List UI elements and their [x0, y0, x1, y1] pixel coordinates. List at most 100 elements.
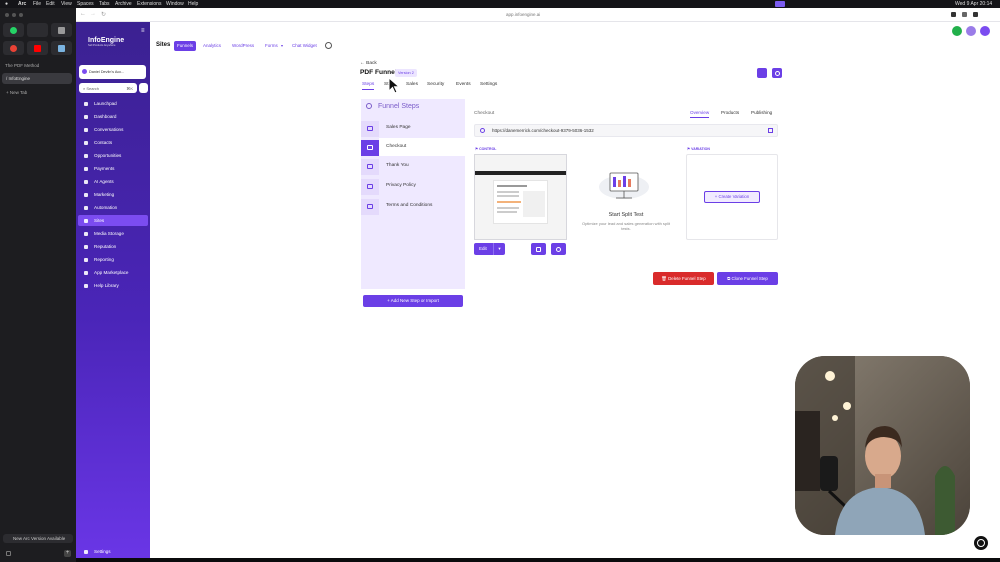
- tab-forms[interactable]: Forms: [262, 41, 281, 51]
- open-page-button[interactable]: [531, 243, 546, 255]
- nav-conversations[interactable]: Conversations: [78, 124, 148, 135]
- nav-media-storage[interactable]: Media Storage: [78, 228, 148, 239]
- tray-app-icon[interactable]: [775, 1, 785, 7]
- nav-opportunities[interactable]: Opportunities: [78, 150, 148, 161]
- nav-reporting[interactable]: Reporting: [78, 254, 148, 265]
- nav-help-library[interactable]: Help Library: [78, 280, 148, 291]
- menu-edit[interactable]: Edit: [46, 0, 55, 8]
- create-variation-button[interactable]: + Create Variation: [704, 191, 760, 203]
- version-badge[interactable]: Version 2: [395, 69, 417, 77]
- step-rail[interactable]: [361, 121, 379, 137]
- tab-sales[interactable]: Sales: [406, 82, 418, 87]
- nav-payments[interactable]: Payments: [78, 163, 148, 174]
- edit-button[interactable]: Edit ▾: [474, 243, 505, 255]
- archive-icon[interactable]: [6, 551, 11, 556]
- extension-icon[interactable]: [962, 12, 967, 17]
- account-switcher[interactable]: Daniel Devlin's Acc...: [79, 65, 146, 79]
- clone-funnel-step-button[interactable]: ⧉ Clone Funnel Step: [717, 272, 778, 285]
- step-privacy-policy[interactable]: Privacy Policy: [379, 177, 465, 195]
- reload-icon[interactable]: ↻: [101, 11, 106, 18]
- menu-file[interactable]: File: [33, 0, 41, 8]
- nav-launchpad[interactable]: Launchpad: [78, 98, 148, 109]
- menu-extensions[interactable]: Extensions: [137, 0, 161, 8]
- nav-contacts[interactable]: Contacts: [78, 137, 148, 148]
- delete-funnel-step-button[interactable]: 🗑 Delete Funnel Step: [653, 272, 714, 285]
- minimize-dot-icon[interactable]: [12, 13, 16, 17]
- nav-automation[interactable]: Automation: [78, 202, 148, 213]
- chat-widget-icon[interactable]: [972, 534, 990, 552]
- history-button[interactable]: [772, 68, 782, 78]
- tab-steps[interactable]: Steps: [362, 82, 375, 90]
- new-tab-button[interactable]: + New Tab: [6, 90, 27, 95]
- nav-marketing[interactable]: Marketing: [78, 189, 148, 200]
- collapse-menu-icon[interactable]: ≡: [141, 28, 145, 34]
- update-banner[interactable]: New Arc Version Available: [3, 534, 73, 543]
- extension-icon[interactable]: [973, 12, 978, 17]
- browser-url-bar[interactable]: ← → ↻ app.infoengine.ai: [76, 8, 1000, 22]
- chevron-down-icon[interactable]: ▾: [493, 243, 505, 255]
- arc-tab-active[interactable]: / InfoEngine: [2, 73, 72, 84]
- url-text[interactable]: app.infoengine.ai: [506, 12, 540, 17]
- step-thank-you[interactable]: Thank You: [379, 157, 465, 175]
- menu-spaces[interactable]: Spaces: [77, 0, 94, 8]
- notification-icon[interactable]: [966, 26, 976, 36]
- search-input[interactable]: ⌕ Search ⌘K: [79, 83, 137, 93]
- zoom-dot-icon[interactable]: [19, 13, 23, 17]
- nav-app-marketplace[interactable]: App Marketplace: [78, 267, 148, 278]
- tab-events[interactable]: Events: [456, 82, 471, 87]
- pinned-whatsapp[interactable]: [3, 23, 24, 37]
- step-checkout[interactable]: Checkout: [379, 138, 465, 156]
- external-link-icon[interactable]: [768, 128, 773, 133]
- step-sales-page[interactable]: Sales Page: [379, 119, 465, 137]
- tab-funnels[interactable]: Funnels: [174, 41, 197, 51]
- tab-analytics[interactable]: Analytics: [200, 41, 224, 51]
- step-url-field[interactable]: https://danemerrick.com/checkout-9379-50…: [474, 124, 778, 137]
- gear-icon[interactable]: [325, 42, 332, 49]
- step-rail[interactable]: [361, 199, 379, 215]
- step-rail[interactable]: [361, 159, 379, 175]
- nav-sites[interactable]: Sites: [78, 215, 148, 226]
- pinned-blank[interactable]: [27, 23, 48, 37]
- phone-icon[interactable]: [952, 26, 962, 36]
- tab-overview[interactable]: Overview: [690, 110, 710, 118]
- add-step-button[interactable]: + Add New Step or Import: [363, 295, 463, 307]
- forward-arrow-icon[interactable]: →: [90, 11, 96, 17]
- user-avatar[interactable]: [980, 26, 990, 36]
- preview-button[interactable]: [757, 68, 767, 78]
- tab-products[interactable]: Products: [721, 110, 739, 115]
- pinned-youtube[interactable]: [27, 41, 48, 55]
- step-terms-and-conditions[interactable]: Terms and Conditions: [379, 197, 465, 215]
- extension-icon[interactable]: [951, 12, 956, 17]
- pinned-app[interactable]: [51, 23, 72, 37]
- tab-chat-widget[interactable]: Chat Widget: [289, 41, 320, 51]
- tab-settings[interactable]: Settings: [480, 82, 497, 87]
- pinned-gmail[interactable]: [3, 41, 24, 55]
- page-settings-button[interactable]: [551, 243, 566, 255]
- nav-ai-agents[interactable]: AI Agents: [78, 176, 148, 187]
- control-page-thumbnail[interactable]: [474, 154, 567, 240]
- infoengine-logo[interactable]: InfoEngine Sell Products Anywhere: [88, 37, 128, 51]
- nav-dashboard[interactable]: Dashboard: [78, 111, 148, 122]
- user-icon[interactable]: [139, 83, 148, 93]
- tab-publishing[interactable]: Publishing: [751, 110, 772, 115]
- close-dot-icon[interactable]: [5, 13, 9, 17]
- menubar-app[interactable]: Arc: [18, 0, 26, 8]
- menu-view[interactable]: View: [61, 0, 72, 8]
- apple-icon[interactable]: ●: [5, 0, 8, 8]
- menu-window[interactable]: Window: [166, 0, 184, 8]
- menu-help[interactable]: Help: [188, 0, 198, 8]
- menubar-clock[interactable]: Wed 9 Apr 20:14: [955, 0, 992, 8]
- back-arrow-icon[interactable]: ←: [80, 11, 86, 17]
- tab-security[interactable]: Security: [427, 82, 444, 87]
- pinned-folder[interactable]: [51, 41, 72, 55]
- tab-wordpress[interactable]: WordPress: [229, 41, 257, 51]
- add-space-icon[interactable]: +: [64, 550, 71, 557]
- step-rail-active[interactable]: [361, 140, 379, 156]
- menu-tabs[interactable]: Tabs: [99, 0, 110, 8]
- chevron-down-icon[interactable]: ▾: [281, 43, 283, 48]
- back-link[interactable]: ← Back: [360, 61, 377, 66]
- nav-settings[interactable]: Settings: [78, 546, 148, 557]
- step-rail[interactable]: [361, 179, 379, 195]
- nav-reputation[interactable]: Reputation: [78, 241, 148, 252]
- menu-archive[interactable]: Archive: [115, 0, 132, 8]
